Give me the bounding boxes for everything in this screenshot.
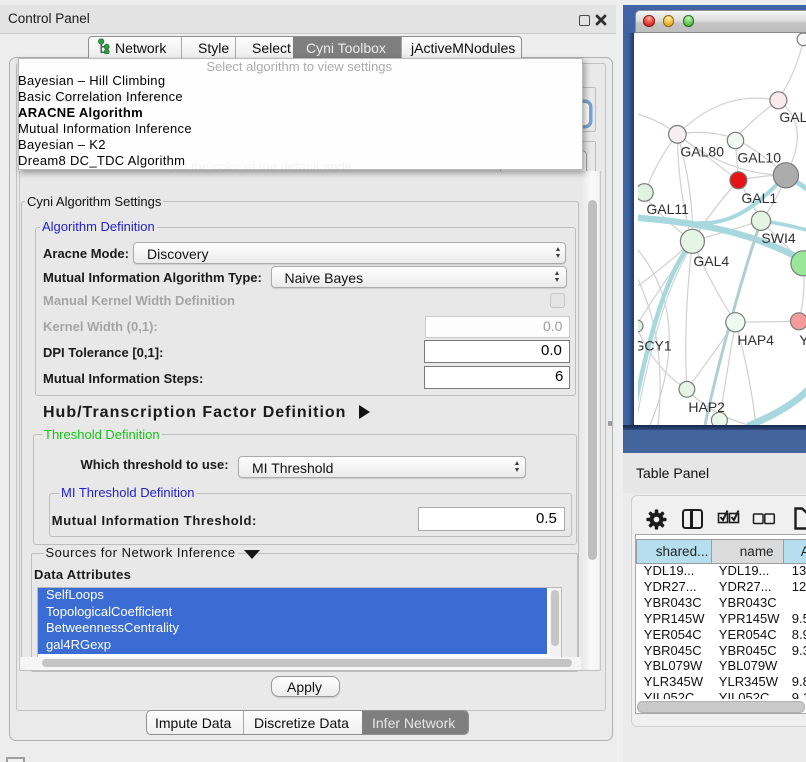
svg-text:GAL4: GAL4 bbox=[693, 253, 729, 269]
svg-text:GCY1: GCY1 bbox=[638, 337, 672, 353]
svg-text:GAL10: GAL10 bbox=[737, 149, 781, 165]
svg-text:GAL7: GAL7 bbox=[779, 109, 806, 125]
svg-text:YEL0: YEL0 bbox=[799, 332, 806, 348]
svg-text:GAL1: GAL1 bbox=[741, 190, 777, 206]
svg-text:HAP2: HAP2 bbox=[688, 399, 725, 415]
svg-text:GAL11: GAL11 bbox=[646, 201, 689, 217]
svg-text:SWI4: SWI4 bbox=[761, 230, 795, 246]
svg-text:HAP4: HAP4 bbox=[737, 332, 774, 348]
svg-text:GAL80: GAL80 bbox=[680, 143, 724, 159]
